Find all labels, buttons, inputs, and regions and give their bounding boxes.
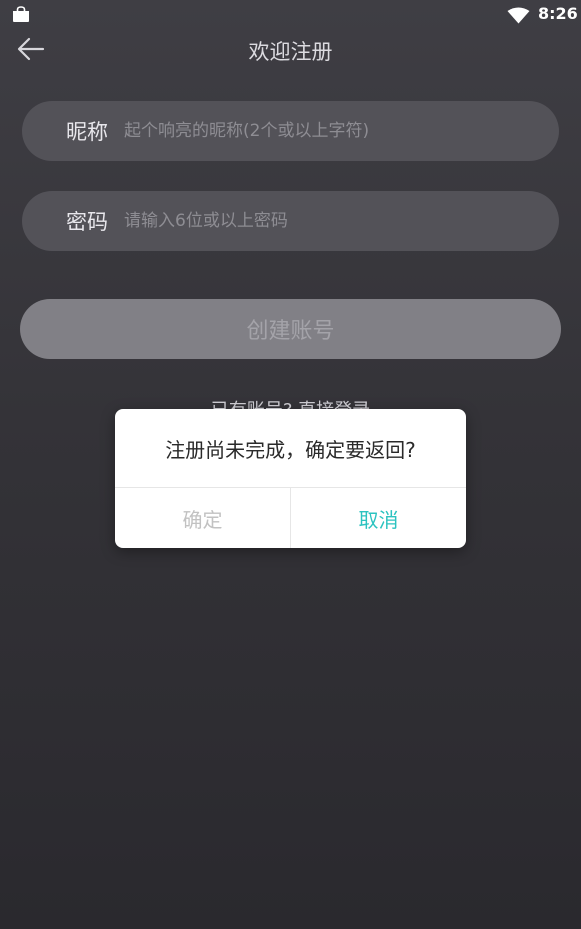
password-label: 密码 bbox=[66, 210, 108, 234]
status-time: 8:26 bbox=[538, 4, 578, 23]
page-title: 欢迎注册 bbox=[248, 40, 333, 64]
nickname-field: 昵称 bbox=[22, 101, 559, 161]
confirm-dialog: 注册尚未完成，确定要返回? 确定 取消 bbox=[115, 409, 466, 548]
password-input[interactable] bbox=[122, 200, 559, 242]
wifi-icon bbox=[507, 7, 530, 24]
dialog-cancel-button[interactable]: 取消 bbox=[291, 488, 466, 548]
shopping-bag-icon bbox=[12, 6, 30, 23]
nickname-label: 昵称 bbox=[66, 120, 108, 144]
password-field: 密码 bbox=[22, 191, 559, 251]
create-account-button[interactable]: 创建账号 bbox=[20, 299, 561, 359]
dialog-message: 注册尚未完成，确定要返回? bbox=[165, 437, 416, 462]
dialog-confirm-button[interactable]: 确定 bbox=[115, 488, 290, 548]
nickname-input[interactable] bbox=[122, 110, 559, 152]
status-bar: 8:26 bbox=[0, 0, 581, 30]
